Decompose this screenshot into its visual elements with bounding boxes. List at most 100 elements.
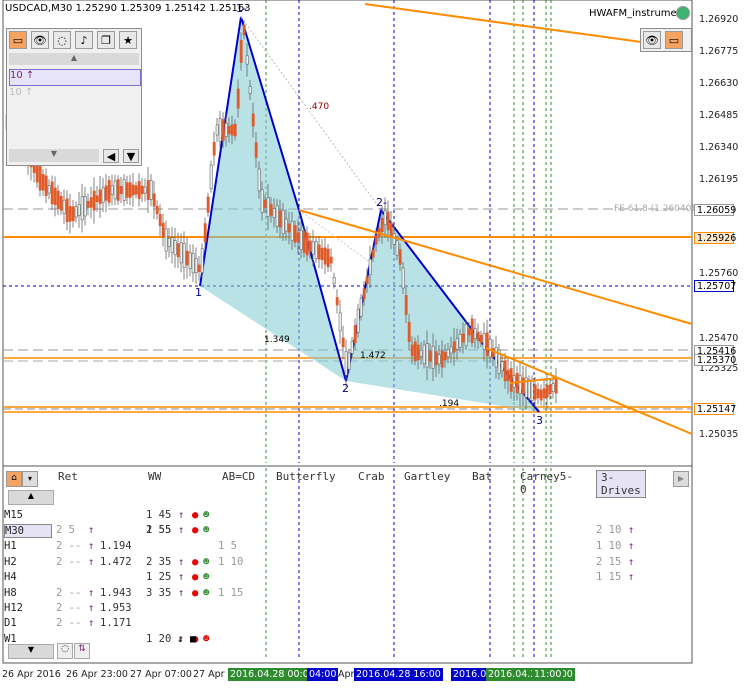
- candle-body: [245, 55, 249, 65]
- ratio-label: .470: [309, 102, 329, 112]
- timeframe-m15[interactable]: M15: [4, 509, 23, 521]
- candle-body: [152, 193, 156, 207]
- scroll-down-button[interactable]: ▼: [9, 149, 99, 162]
- candle-body: [62, 199, 66, 214]
- bulb-icon[interactable]: ◌: [53, 31, 71, 49]
- timeframe-h2[interactable]: H2: [4, 556, 17, 568]
- folder-icon[interactable]: ▭: [665, 31, 683, 49]
- candle-body: [161, 222, 165, 238]
- timeframe-h12[interactable]: H12: [4, 602, 23, 614]
- price-tick-label: 1.26775: [699, 46, 739, 57]
- tab-bat[interactable]: Bat: [470, 470, 494, 483]
- tab-crab[interactable]: Crab: [356, 470, 387, 483]
- dot-icon: ●: [192, 556, 199, 568]
- candle-body: [323, 247, 327, 265]
- candle-body: [158, 214, 162, 226]
- candle-body: [89, 197, 93, 208]
- candle-body: [236, 88, 240, 109]
- dropdown-icon[interactable]: ▾: [22, 471, 38, 487]
- face-icon: ☻: [203, 524, 210, 536]
- candle-body: [143, 186, 147, 194]
- candle-body: [554, 377, 558, 394]
- tf-scroll-down[interactable]: ▼: [8, 644, 54, 659]
- candle-body: [131, 184, 135, 196]
- tab-ret[interactable]: Ret: [56, 470, 80, 483]
- candle-body: [80, 196, 84, 221]
- price-tick-label: 1.26195: [699, 174, 739, 185]
- bulb-icon[interactable]: ◌: [57, 643, 73, 659]
- cell-mid: 1 5: [218, 540, 237, 552]
- candle-body: [326, 248, 330, 268]
- candle-body: [293, 225, 297, 243]
- timeframe-d1[interactable]: D1: [4, 617, 17, 629]
- folder-icon[interactable]: ▭: [9, 31, 27, 49]
- candle-body: [353, 325, 357, 344]
- candle-body: [212, 141, 216, 156]
- time-highlight-box: 04:00: [307, 668, 339, 681]
- candle-body: [146, 180, 150, 200]
- tab-3-drives[interactable]: 3-Drives: [596, 470, 646, 498]
- tab-ww[interactable]: WW: [146, 470, 163, 483]
- candle-body: [134, 185, 138, 195]
- prev-icon[interactable]: ◀: [103, 149, 119, 163]
- timeframe-h8[interactable]: H8: [4, 587, 17, 599]
- timeframe-m30[interactable]: M30: [4, 524, 52, 538]
- candle-body: [182, 243, 186, 268]
- list-item[interactable]: 10 ↑: [9, 87, 139, 101]
- chart-window[interactable]: 1- 1 2 2- 3 .470 1.349 1.472 .194 FE 61.…: [0, 0, 745, 686]
- down-icon[interactable]: ▼: [123, 149, 139, 163]
- tab-carney5-0[interactable]: Carney5-0: [518, 470, 575, 496]
- candle-body: [167, 238, 171, 247]
- candle-body: [284, 218, 288, 232]
- time-tick-label: Apr: [338, 669, 355, 680]
- copy-icon[interactable]: ❐: [97, 31, 115, 49]
- candle-body: [137, 181, 141, 199]
- toolbox-panel[interactable]: ▭ 👁 ◌ ♪ ❐ ★ ▲ 10 ↑ 10 ↑ ▼ ◀ ▼: [6, 28, 142, 166]
- up-arrow-icon: ↑: [88, 587, 95, 599]
- eye-icon[interactable]: 👁: [643, 31, 661, 49]
- instrument-panel[interactable]: 👁 ▭: [640, 28, 692, 52]
- candle-body: [281, 210, 285, 234]
- candle-body: [428, 351, 432, 362]
- symbol-info: USDCAD,M30 1.25290 1.25309 1.25142 1.251…: [5, 3, 251, 14]
- candle-body: [200, 248, 204, 273]
- candle-body: [224, 122, 228, 138]
- candle-body: [38, 166, 42, 191]
- cell-count: 2 5: [56, 524, 75, 536]
- candle-body: [314, 241, 318, 259]
- candle-body: [329, 256, 333, 264]
- cell-value: 1 20: [146, 633, 172, 645]
- price-tick-label: 1.26630: [699, 78, 739, 89]
- ratio-label: .194: [439, 399, 459, 409]
- next-tab-icon[interactable]: ▶: [673, 471, 689, 487]
- candle-body: [449, 346, 453, 354]
- candle-body: [473, 328, 477, 339]
- cell-value: 2 35: [146, 556, 172, 568]
- candle-body: [395, 240, 399, 256]
- star-icon[interactable]: ★: [119, 31, 137, 49]
- face-icon: ☻: [203, 633, 210, 645]
- timeframe-h1[interactable]: H1: [4, 540, 17, 552]
- tab-ab-cd[interactable]: AB=CD: [220, 470, 257, 483]
- sort-icon[interactable]: ⇅: [74, 643, 90, 659]
- sound-icon[interactable]: ♪: [75, 31, 93, 49]
- cell-count: 2 --: [56, 556, 82, 568]
- tab-gartley[interactable]: Gartley: [402, 470, 452, 483]
- timeframe-w1[interactable]: W1: [4, 633, 17, 645]
- candle-body: [317, 244, 321, 260]
- tab-butterfly[interactable]: Butterfly: [274, 470, 338, 483]
- up-arrow-icon: ↑: [178, 509, 185, 521]
- eye-icon[interactable]: 👁: [31, 31, 49, 49]
- candle-body: [263, 199, 267, 209]
- candle-body: [83, 196, 87, 217]
- tf-scroll-up[interactable]: ▲: [8, 490, 54, 505]
- time-highlight-box: 2016.0: [451, 668, 489, 681]
- candle-body: [278, 210, 282, 228]
- settings-icon[interactable]: [676, 6, 690, 20]
- scroll-up-button[interactable]: ▲: [9, 53, 139, 65]
- home-icon[interactable]: ⌂: [6, 471, 22, 487]
- cell-count: 2 --: [56, 602, 82, 614]
- list-item-selected[interactable]: 10 ↑: [9, 69, 141, 86]
- timeframe-h4[interactable]: H4: [4, 571, 17, 583]
- candle-body: [440, 350, 444, 368]
